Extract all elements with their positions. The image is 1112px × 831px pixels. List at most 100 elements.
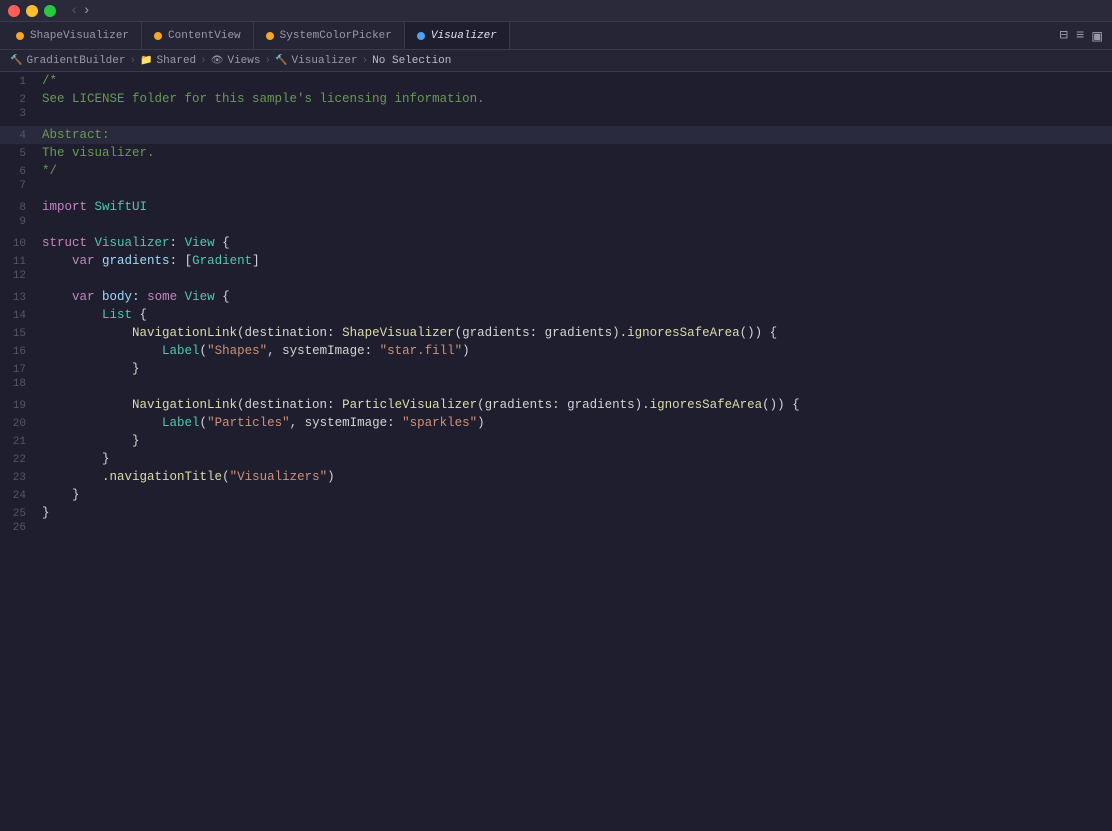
close-button[interactable] bbox=[8, 5, 20, 17]
tab-dot-visualizer bbox=[417, 32, 425, 40]
code-line-19: 19 NavigationLink(destination: ParticleV… bbox=[0, 396, 1112, 414]
code-line-8: 8import SwiftUI bbox=[0, 198, 1112, 216]
code-line-20: 20 Label("Particles", systemImage: "spar… bbox=[0, 414, 1112, 432]
toolbar-right: ⊟ ≡ ▣ bbox=[1050, 22, 1112, 49]
line-number-21: 21 bbox=[0, 436, 36, 448]
line-number-1: 1 bbox=[0, 76, 36, 88]
line-number-6: 6 bbox=[0, 166, 36, 178]
line-number-22: 22 bbox=[0, 454, 36, 466]
line-content-1: /* bbox=[36, 72, 1112, 90]
code-line-1: 1/* bbox=[0, 72, 1112, 90]
minimize-button[interactable] bbox=[26, 5, 38, 17]
line-content-15: NavigationLink(destination: ShapeVisuali… bbox=[36, 324, 1112, 342]
line-content-10: struct Visualizer: View { bbox=[36, 234, 1112, 252]
maximize-button[interactable] bbox=[44, 5, 56, 17]
line-number-16: 16 bbox=[0, 346, 36, 358]
breadcrumb-views[interactable]: Views bbox=[227, 55, 260, 67]
line-content-25: } bbox=[36, 504, 1112, 522]
code-line-12: 12 bbox=[0, 270, 1112, 288]
line-number-11: 11 bbox=[0, 256, 36, 268]
line-number-2: 2 bbox=[0, 94, 36, 106]
line-content-16: Label("Shapes", systemImage: "star.fill"… bbox=[36, 342, 1112, 360]
tab-bar: ShapeVisualizer ContentView SystemColorP… bbox=[0, 22, 1112, 50]
title-bar: ‹ › bbox=[0, 0, 1112, 22]
tab-contentview[interactable]: ContentView bbox=[142, 22, 254, 49]
code-line-21: 21 } bbox=[0, 432, 1112, 450]
code-line-17: 17 } bbox=[0, 360, 1112, 378]
breadcrumb-folder-icon: 📁 bbox=[140, 55, 152, 67]
line-content-6: */ bbox=[36, 162, 1112, 180]
tab-label-systemcolorpicker: SystemColorPicker bbox=[280, 30, 392, 42]
line-content-11: var gradients: [Gradient] bbox=[36, 252, 1112, 270]
line-content-24: } bbox=[36, 486, 1112, 504]
code-line-23: 23 .navigationTitle("Visualizers") bbox=[0, 468, 1112, 486]
code-line-5: 5The visualizer. bbox=[0, 144, 1112, 162]
tab-bar-spacer bbox=[510, 22, 1050, 49]
inspector-button[interactable]: ▣ bbox=[1092, 26, 1102, 46]
line-number-7: 7 bbox=[0, 180, 36, 192]
line-number-26: 26 bbox=[0, 522, 36, 534]
line-number-13: 13 bbox=[0, 292, 36, 304]
nav-arrows: ‹ › bbox=[64, 3, 97, 19]
line-content-8: import SwiftUI bbox=[36, 198, 1112, 216]
code-line-2: 2See LICENSE folder for this sample's li… bbox=[0, 90, 1112, 108]
back-arrow-icon[interactable]: ‹ bbox=[70, 3, 78, 19]
line-content-21: } bbox=[36, 432, 1112, 450]
code-line-15: 15 NavigationLink(destination: ShapeVisu… bbox=[0, 324, 1112, 342]
code-line-7: 7 bbox=[0, 180, 1112, 198]
code-line-13: 13 var body: some View { bbox=[0, 288, 1112, 306]
code-line-3: 3 bbox=[0, 108, 1112, 126]
line-number-19: 19 bbox=[0, 400, 36, 412]
breadcrumb-no-selection: No Selection bbox=[372, 55, 451, 67]
code-line-10: 10struct Visualizer: View { bbox=[0, 234, 1112, 252]
line-number-12: 12 bbox=[0, 270, 36, 282]
breadcrumb-gradientbuilder[interactable]: GradientBuilder bbox=[26, 55, 125, 67]
code-line-26: 26 bbox=[0, 522, 1112, 540]
breadcrumb-visualizer[interactable]: Visualizer bbox=[292, 55, 358, 67]
tab-dot-content bbox=[154, 32, 162, 40]
forward-arrow-icon[interactable]: › bbox=[82, 3, 90, 19]
tab-label-shapevisualizer: ShapeVisualizer bbox=[30, 30, 129, 42]
line-content-17: } bbox=[36, 360, 1112, 378]
tab-systemcolorpicker[interactable]: SystemColorPicker bbox=[254, 22, 405, 49]
code-line-18: 18 bbox=[0, 378, 1112, 396]
breadcrumb-hammer-icon: 🔨 bbox=[10, 55, 22, 67]
line-number-5: 5 bbox=[0, 148, 36, 160]
breadcrumb-sep-4: › bbox=[362, 55, 369, 67]
code-line-6: 6*/ bbox=[0, 162, 1112, 180]
breadcrumb-views-icon: 👁 bbox=[211, 55, 224, 67]
tab-visualizer[interactable]: Visualizer bbox=[405, 22, 510, 49]
breadcrumb-shared[interactable]: Shared bbox=[157, 55, 197, 67]
line-content-23: .navigationTitle("Visualizers") bbox=[36, 468, 1112, 486]
tab-label-visualizer: Visualizer bbox=[431, 30, 497, 42]
line-number-9: 9 bbox=[0, 216, 36, 228]
line-content-22: } bbox=[36, 450, 1112, 468]
split-view-button[interactable]: ⊟ bbox=[1060, 27, 1068, 44]
code-line-16: 16 Label("Shapes", systemImage: "star.fi… bbox=[0, 342, 1112, 360]
code-line-4: 4Abstract: bbox=[0, 126, 1112, 144]
breadcrumb-sep-2: › bbox=[200, 55, 207, 67]
tab-shapevisualizer[interactable]: ShapeVisualizer bbox=[4, 22, 142, 49]
line-content-5: The visualizer. bbox=[36, 144, 1112, 162]
window-controls bbox=[0, 5, 64, 17]
code-container: 1/*2See LICENSE folder for this sample's… bbox=[0, 72, 1112, 831]
breadcrumb-visualizer-icon: 🔨 bbox=[275, 55, 287, 67]
tab-dot-shape bbox=[16, 32, 24, 40]
line-content-20: Label("Particles", systemImage: "sparkle… bbox=[36, 414, 1112, 432]
line-number-15: 15 bbox=[0, 328, 36, 340]
tab-label-contentview: ContentView bbox=[168, 30, 241, 42]
code-line-22: 22 } bbox=[0, 450, 1112, 468]
line-content-14: List { bbox=[36, 306, 1112, 324]
line-number-20: 20 bbox=[0, 418, 36, 430]
line-number-18: 18 bbox=[0, 378, 36, 390]
line-number-25: 25 bbox=[0, 508, 36, 520]
line-content-19: NavigationLink(destination: ParticleVisu… bbox=[36, 396, 1112, 414]
list-view-button[interactable]: ≡ bbox=[1076, 28, 1084, 44]
tab-dot-color bbox=[266, 32, 274, 40]
line-number-8: 8 bbox=[0, 202, 36, 214]
line-number-24: 24 bbox=[0, 490, 36, 502]
code-line-14: 14 List { bbox=[0, 306, 1112, 324]
code-line-25: 25} bbox=[0, 504, 1112, 522]
breadcrumb-sep-3: › bbox=[264, 55, 271, 67]
code-line-9: 9 bbox=[0, 216, 1112, 234]
